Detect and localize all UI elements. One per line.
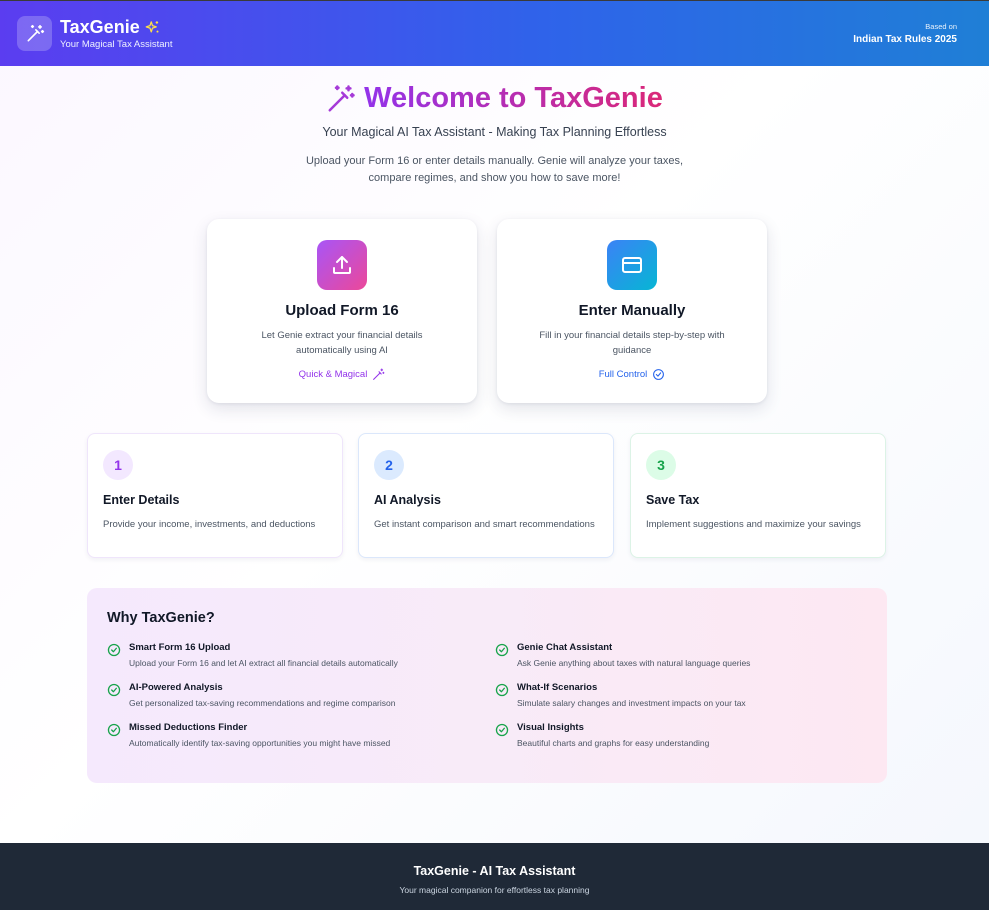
manual-card-title: Enter Manually (578, 302, 686, 319)
check-circle-icon (495, 723, 509, 737)
check-circle-icon (495, 683, 509, 697)
check-circle-icon (107, 643, 121, 657)
magic-wand-icon (373, 368, 385, 381)
check-circle-icon (653, 369, 665, 381)
upload-card-link-label: Quick & Magical (298, 369, 368, 381)
feature-title: AI-Powered Analysis (129, 682, 223, 693)
feature-description: Automatically identify tax-saving opport… (129, 738, 391, 748)
upload-form16-card[interactable]: Upload Form 16 Let Genie extract your fi… (207, 219, 477, 403)
step-title: AI Analysis (374, 493, 441, 507)
why-title: Why TaxGenie? (107, 610, 215, 626)
page-title: Welcome to TaxGenie (364, 82, 663, 114)
credit-card-icon (622, 257, 642, 273)
feature-description: Beautiful charts and graphs for easy und… (517, 738, 710, 748)
step-card: 2 AI Analysis Get instant comparison and… (358, 433, 614, 558)
enter-manually-card[interactable]: Enter Manually Fill in your financial de… (497, 219, 767, 403)
brand[interactable]: TaxGenie Your Magical Tax Assistant (17, 16, 172, 51)
feature-title: Genie Chat Assistant (517, 642, 613, 653)
feature-item: Smart Form 16 Upload Upload your Form 16 … (107, 642, 495, 668)
check-circle-icon (495, 643, 509, 657)
magic-wand-icon (27, 24, 44, 42)
app-footer: TaxGenie - AI Tax Assistant Your magical… (0, 843, 989, 910)
feature-description: Ask Genie anything about taxes with natu… (517, 658, 751, 668)
footer-title: TaxGenie - AI Tax Assistant (413, 864, 576, 878)
logo-badge (17, 16, 52, 51)
upload-card-title: Upload Form 16 (285, 302, 399, 319)
feature-description: Simulate salary changes and investment i… (517, 698, 746, 708)
step-number: 3 (646, 450, 676, 480)
app-header: TaxGenie Your Magical Tax Assistant Base… (0, 0, 989, 66)
why-taxgenie-section: Why TaxGenie? Smart Form 16 Upload Upload… (87, 588, 887, 783)
tax-rules-label: Indian Tax Rules 2025 (853, 34, 957, 45)
step-description: Get instant comparison and smart recomme… (374, 519, 595, 530)
footer-subtitle: Your magical companion for effortless ta… (399, 885, 590, 895)
feature-item: Genie Chat Assistant Ask Genie anything a… (495, 642, 883, 668)
feature-title: Missed Deductions Finder (129, 722, 248, 733)
step-title: Save Tax (646, 493, 700, 507)
upload-card-link[interactable]: Quick & Magical (207, 368, 477, 381)
feature-description: Upload your Form 16 and let AI extract a… (129, 658, 398, 668)
upload-icon (333, 256, 351, 274)
step-number: 2 (374, 450, 404, 480)
card-icon-badge (607, 240, 657, 290)
step-number: 1 (103, 450, 133, 480)
upload-card-description: Let Genie extract your financial details… (261, 330, 423, 357)
hero-description: Upload your Form 16 or enter details man… (305, 155, 684, 185)
feature-description: Get personalized tax-saving recommendati… (129, 698, 396, 708)
feature-item: AI-Powered Analysis Get personalized tax-… (107, 682, 495, 708)
upload-icon-badge (317, 240, 367, 290)
tax-rules-info: Based on Indian Tax Rules 2025 (853, 22, 957, 45)
feature-title: Smart Form 16 Upload (129, 642, 231, 653)
step-title: Enter Details (103, 493, 180, 507)
feature-title: Visual Insights (517, 722, 584, 733)
magic-wand-icon (328, 84, 355, 111)
feature-list: Smart Form 16 Upload Upload your Form 16 … (107, 642, 867, 748)
feature-title: What-If Scenarios (517, 682, 598, 693)
step-description: Implement suggestions and maximize your … (646, 519, 861, 530)
feature-item: What-If Scenarios Simulate salary changes… (495, 682, 883, 708)
sparkles-icon (145, 21, 159, 33)
based-on-label: Based on (925, 22, 957, 31)
manual-card-link-label: Full Control (598, 369, 648, 381)
app-name: TaxGenie (60, 17, 140, 37)
hero-section: Welcome to TaxGenie Your Magical AI Tax … (0, 82, 989, 187)
check-circle-icon (107, 683, 121, 697)
feature-item: Visual Insights Beautiful charts and grap… (495, 722, 883, 748)
app-tagline: Your Magical Tax Assistant (60, 39, 173, 50)
feature-item: Missed Deductions Finder Automatically id… (107, 722, 495, 748)
manual-card-description: Fill in your financial details step-by-s… (539, 330, 725, 357)
step-card: 1 Enter Details Provide your income, inv… (87, 433, 343, 558)
hero-subtitle: Your Magical AI Tax Assistant - Making T… (322, 125, 667, 139)
check-circle-icon (107, 723, 121, 737)
manual-card-link[interactable]: Full Control (497, 368, 767, 381)
step-description: Provide your income, investments, and de… (103, 519, 316, 530)
step-card: 3 Save Tax Implement suggestions and max… (630, 433, 886, 558)
